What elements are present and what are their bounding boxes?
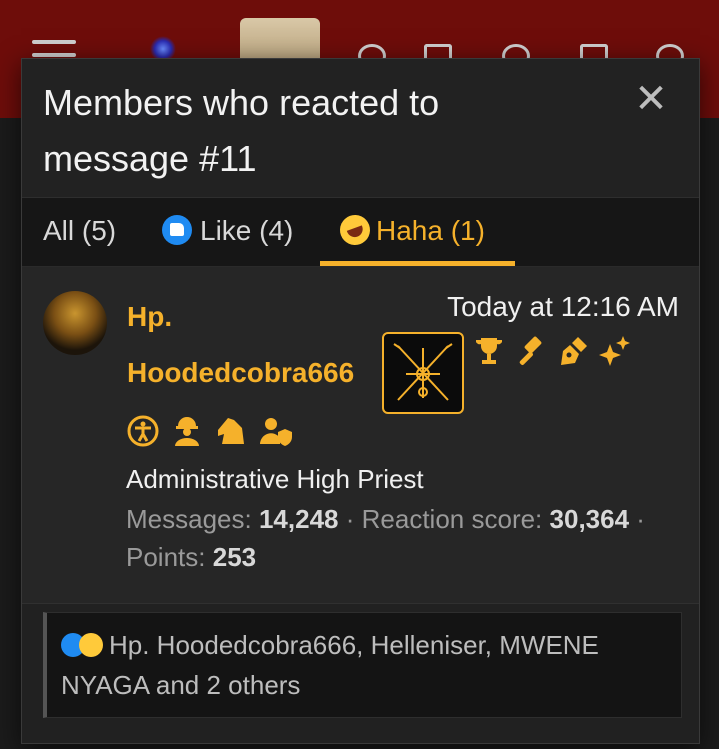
points-label: Points: [126,542,206,572]
like-reaction-icon [162,215,192,245]
tab-all[interactable]: All (5) [43,198,116,266]
member-stats: Messages: 14,248 · Reaction score: 30,36… [126,500,686,576]
reaction-score-value: 30,364 [549,504,630,534]
close-button[interactable]: ✕ [633,79,669,119]
user-title: Administrative High Priest [126,464,424,494]
sigil-icon [393,343,453,401]
overlay-title: Members who reacted to message #11 [43,82,440,179]
tab-haha[interactable]: Haha (1) [335,198,485,266]
messages-label: Messages: [126,504,252,534]
reaction-timestamp[interactable]: Today at 12:16 AM [447,291,679,323]
sparkles-icon [599,336,630,366]
tab-like-label: Like (4) [200,215,294,246]
reaction-summary-bar[interactable]: Hp. Hoodedcobra666, Helleniser, MWENE NY… [43,612,682,718]
gavel-icon [519,336,542,365]
tab-like[interactable]: Like (4) [162,198,293,266]
reactions-overlay: Members who reacted to message #11 ✕ All… [21,58,700,744]
user-shield-icon [260,418,292,446]
haha-reaction-icon [79,633,103,657]
badge-row-secondary [126,414,292,454]
points-value: 253 [212,542,257,572]
trophy-icon [476,338,502,364]
stats-separator: · [636,504,645,534]
worker-icon [175,417,199,446]
reaction-summary-text: Hp. Hoodedcobra666, Helleniser, MWENE NY… [61,630,599,700]
username-link[interactable]: Hp. Hoodedcobra666 [127,289,387,401]
pen-nib-icon [561,337,587,365]
stats-separator: · [345,504,355,534]
horse-head-icon [218,418,244,444]
reaction-tabs: All (5) Like (4) Haha (1) [22,198,699,267]
tab-haha-label: Haha (1) [376,215,485,246]
reaction-score-label: Reaction score: [361,504,543,534]
active-tab-indicator [320,261,515,266]
avatar[interactable] [43,291,107,355]
reaction-summary: Hp. Hoodedcobra666, Helleniser, MWENE NY… [61,625,661,705]
overlay-header: Members who reacted to message #11 ✕ [22,59,699,198]
sigil-badge-icon [382,332,464,414]
badge-row-primary [472,334,632,374]
messages-count: 14,248 [258,504,339,534]
accessibility-icon [127,415,159,447]
haha-reaction-icon [335,210,375,250]
tab-all-label: All (5) [43,215,117,246]
